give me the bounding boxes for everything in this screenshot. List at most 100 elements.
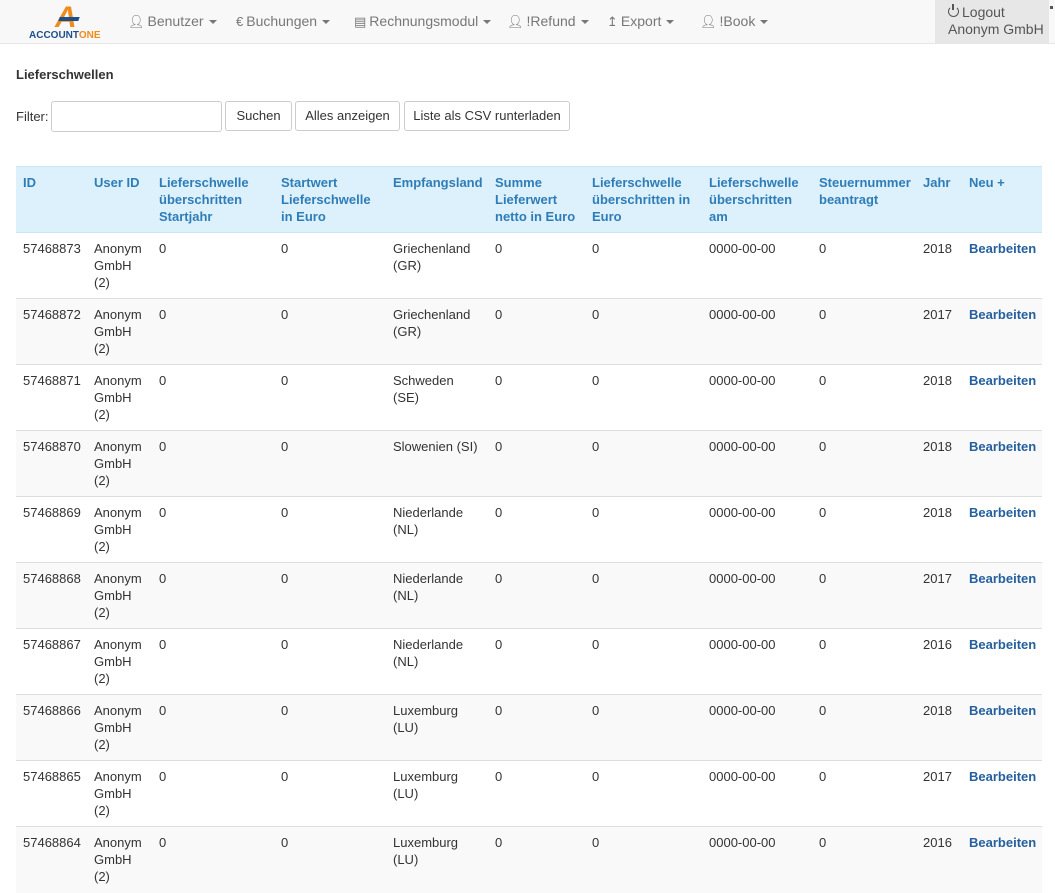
csv-download-button[interactable]: Liste als CSV runterladen: [404, 101, 570, 131]
search-button[interactable]: Suchen: [225, 101, 292, 131]
col-header[interactable]: Lieferschwelle überschritten Startjahr: [152, 166, 274, 233]
cell-country: Griechenland (GR): [386, 232, 488, 299]
cell-id: 57468869: [16, 496, 87, 563]
cell-action: Bearbeiten: [962, 232, 1042, 299]
caret-down-icon: [322, 20, 331, 25]
new-entry-link[interactable]: Neu +: [962, 166, 1042, 233]
window-edge-marker: [1050, 6, 1053, 9]
cell-start-year: 0: [152, 760, 274, 827]
cell-exceeded-eur: 0: [585, 694, 702, 761]
cell-action: Bearbeiten: [962, 562, 1042, 629]
cell-tax-no: 0: [812, 826, 916, 893]
cell-sum: 0: [488, 826, 585, 893]
logo-wordmark: ACCOUNTONE: [29, 30, 101, 41]
col-header[interactable]: Summe Lieferwert netto in Euro: [488, 166, 585, 233]
cell-start-year: 0: [152, 496, 274, 563]
cell-action: Bearbeiten: [962, 430, 1042, 497]
edit-link[interactable]: Bearbeiten: [969, 439, 1036, 454]
cell-start-year: 0: [152, 694, 274, 761]
edit-link[interactable]: Bearbeiten: [969, 769, 1036, 784]
cell-start-value: 0: [274, 694, 386, 761]
cell-country: Luxemburg (LU): [386, 826, 488, 893]
cell-start-value: 0: [274, 562, 386, 629]
user-icon: 👤︎: [700, 14, 717, 29]
col-header[interactable]: Lieferschwelle überschritten in Euro: [585, 166, 702, 233]
accountone-logo[interactable]: A ACCOUNTONE: [27, 3, 107, 42]
col-header[interactable]: User ID: [87, 166, 152, 233]
cell-exceeded-eur: 0: [585, 232, 702, 299]
cell-start-year: 0: [152, 232, 274, 299]
nav-export[interactable]: ↥ Export: [607, 0, 675, 43]
col-header[interactable]: ID: [16, 166, 87, 233]
cell-id: 57468870: [16, 430, 87, 497]
show-all-button[interactable]: Alles anzeigen: [295, 101, 400, 131]
cell-exceeded-at: 0000-00-00: [702, 496, 812, 563]
cell-exceeded-eur: 0: [585, 628, 702, 695]
table-row: 57468864 Anonym GmbH (2) 0 0 Luxemburg (LU) 0…: [16, 826, 1042, 893]
cell-country: Griechenland (GR): [386, 298, 488, 365]
cell-action: Bearbeiten: [962, 694, 1042, 761]
cell-exceeded-at: 0000-00-00: [702, 298, 812, 365]
caret-down-icon: [760, 20, 769, 25]
edit-link[interactable]: Bearbeiten: [969, 835, 1036, 850]
cell-sum: 0: [488, 628, 585, 695]
col-header[interactable]: Startwert Lieferschwelle in Euro: [274, 166, 386, 233]
table-row: 57468868 Anonym GmbH (2) 0 0 Niederlande (NL…: [16, 562, 1042, 629]
cell-sum: 0: [488, 760, 585, 827]
nav-rechnungsmodul[interactable]: ▤ Rechnungsmodul: [354, 0, 492, 43]
cell-country: Niederlande (NL): [386, 628, 488, 695]
table-header-row: ID User ID Lieferschwelle überschritten …: [16, 166, 1042, 233]
cell-exceeded-at: 0000-00-00: [702, 760, 812, 827]
caret-down-icon: [666, 20, 675, 25]
cell-tax-no: 0: [812, 628, 916, 695]
list-icon: ▤: [354, 14, 367, 29]
table-row: 57468870 Anonym GmbH (2) 0 0 Slowenien (SI) 0…: [16, 430, 1042, 497]
col-header[interactable]: Steuernummer beantragt: [812, 166, 916, 233]
nav-refund[interactable]: 👤︎ !Refund: [507, 0, 589, 43]
cell-country: Niederlande (NL): [386, 562, 488, 629]
cell-exceeded-eur: 0: [585, 364, 702, 431]
edit-link[interactable]: Bearbeiten: [969, 505, 1036, 520]
cell-start-year: 0: [152, 430, 274, 497]
cell-year: 2016: [916, 628, 962, 695]
cell-exceeded-eur: 0: [585, 298, 702, 365]
filter-input[interactable]: [51, 101, 222, 132]
edit-link[interactable]: Bearbeiten: [969, 703, 1036, 718]
col-header[interactable]: Empfangsland: [386, 166, 488, 233]
cell-id: 57468867: [16, 628, 87, 695]
cell-tax-no: 0: [812, 364, 916, 431]
nav-benutzer[interactable]: 👤︎ Benutzer: [128, 0, 217, 43]
cell-year: 2018: [916, 232, 962, 299]
nav-ibook[interactable]: 👤︎ !Book: [700, 0, 769, 43]
caret-down-icon: [208, 20, 217, 25]
edit-link[interactable]: Bearbeiten: [969, 637, 1036, 652]
cell-exceeded-eur: 0: [585, 496, 702, 563]
edit-link[interactable]: Bearbeiten: [969, 307, 1036, 322]
cell-id: 57468871: [16, 364, 87, 431]
cell-year: 2017: [916, 562, 962, 629]
edit-link[interactable]: Bearbeiten: [969, 241, 1036, 256]
cell-sum: 0: [488, 232, 585, 299]
top-navbar: A ACCOUNTONE 👤︎ Benutzer € Buchungen ▤ Rech…: [0, 0, 1055, 44]
logout-button[interactable]: Logout Anonym GmbH: [935, 0, 1049, 43]
cell-id: 57468866: [16, 694, 87, 761]
cell-start-value: 0: [274, 826, 386, 893]
cell-action: Bearbeiten: [962, 826, 1042, 893]
cell-country: Luxemburg (LU): [386, 760, 488, 827]
cell-country: Luxemburg (LU): [386, 694, 488, 761]
cell-start-year: 0: [152, 628, 274, 695]
cell-exceeded-at: 0000-00-00: [702, 430, 812, 497]
nav-buchungen[interactable]: € Buchungen: [236, 0, 331, 43]
col-header[interactable]: Jahr: [916, 166, 962, 233]
cell-user: Anonym GmbH (2): [87, 628, 152, 695]
cell-tax-no: 0: [812, 430, 916, 497]
edit-link[interactable]: Bearbeiten: [969, 373, 1036, 388]
edit-link[interactable]: Bearbeiten: [969, 571, 1036, 586]
col-header[interactable]: Lieferschwelle überschritten am: [702, 166, 812, 233]
cell-id: 57468868: [16, 562, 87, 629]
cell-user: Anonym GmbH (2): [87, 298, 152, 365]
cell-country: Slowenien (SI): [386, 430, 488, 497]
cell-tax-no: 0: [812, 298, 916, 365]
table-row: 57468867 Anonym GmbH (2) 0 0 Niederlande (NL…: [16, 628, 1042, 695]
cell-start-year: 0: [152, 364, 274, 431]
